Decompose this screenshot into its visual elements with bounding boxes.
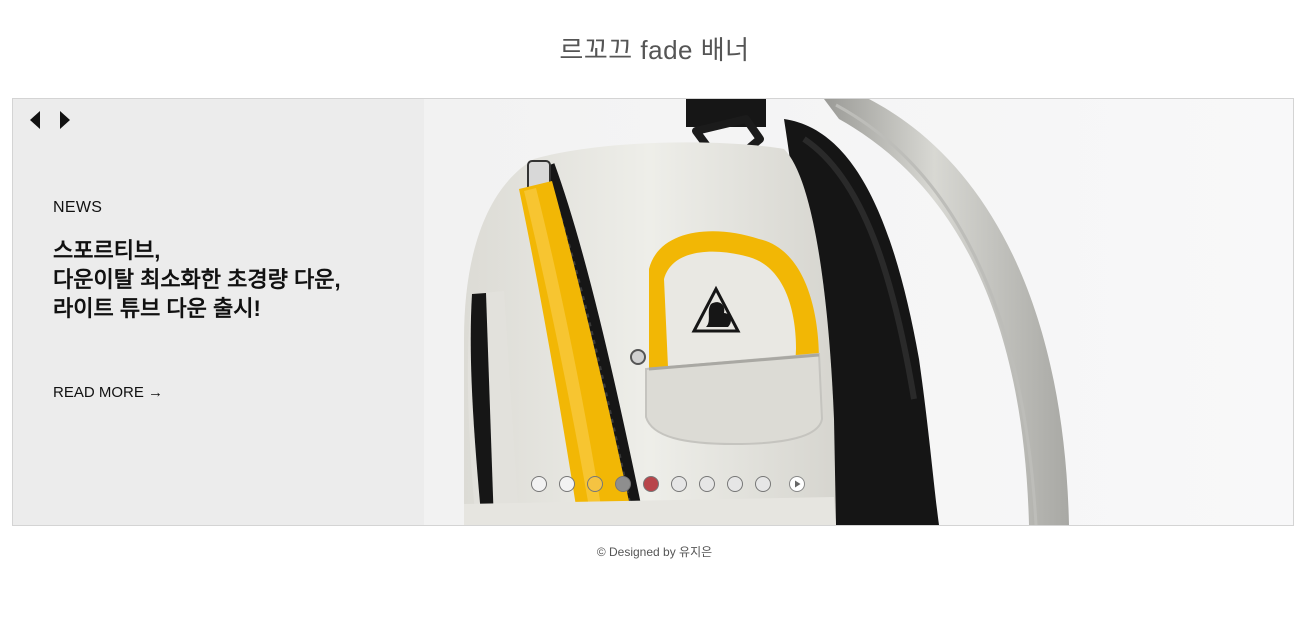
headline-line: 라이트 튜브 다운 출시! <box>53 296 261 321</box>
fade-banner: NEWS 스포르티브, 다운이탈 최소화한 초경량 다운, 라이트 튜브 다운 … <box>12 98 1294 526</box>
page-title: 르꼬끄 fade 배너 <box>559 35 750 65</box>
caret-left-icon <box>30 111 40 129</box>
banner-headline: 스포르티브, 다운이탈 최소화한 초경량 다운, 라이트 튜브 다운 출시! <box>53 236 413 323</box>
slide-indicator-3[interactable] <box>587 476 603 492</box>
autoplay-button[interactable] <box>789 476 805 492</box>
prev-arrow-button[interactable] <box>28 109 46 131</box>
backpack-illustration <box>424 99 1293 525</box>
slide-indicator-9[interactable] <box>755 476 771 492</box>
slide-indicator-2[interactable] <box>559 476 575 492</box>
headline-line: 스포르티브, <box>53 238 161 263</box>
slide-indicator-5[interactable] <box>643 476 659 492</box>
footer-credit: © Designed by 유지은 <box>596 545 713 559</box>
news-label: NEWS <box>53 199 103 216</box>
next-arrow-button[interactable] <box>56 109 74 131</box>
slide-indicator-7[interactable] <box>699 476 715 492</box>
read-more-link[interactable]: READ MORE → <box>53 384 163 401</box>
banner-text-panel: NEWS 스포르티브, 다운이탈 최소화한 초경량 다운, 라이트 튜브 다운 … <box>13 99 424 525</box>
slide-indicator-4[interactable] <box>615 476 631 492</box>
caret-right-icon <box>60 111 70 129</box>
slide-indicator-1[interactable] <box>531 476 547 492</box>
play-icon <box>795 480 801 488</box>
headline-line: 다운이탈 최소화한 초경량 다운, <box>53 267 341 292</box>
banner-image <box>424 99 1293 525</box>
slide-indicator-6[interactable] <box>671 476 687 492</box>
slide-indicator-8[interactable] <box>727 476 743 492</box>
